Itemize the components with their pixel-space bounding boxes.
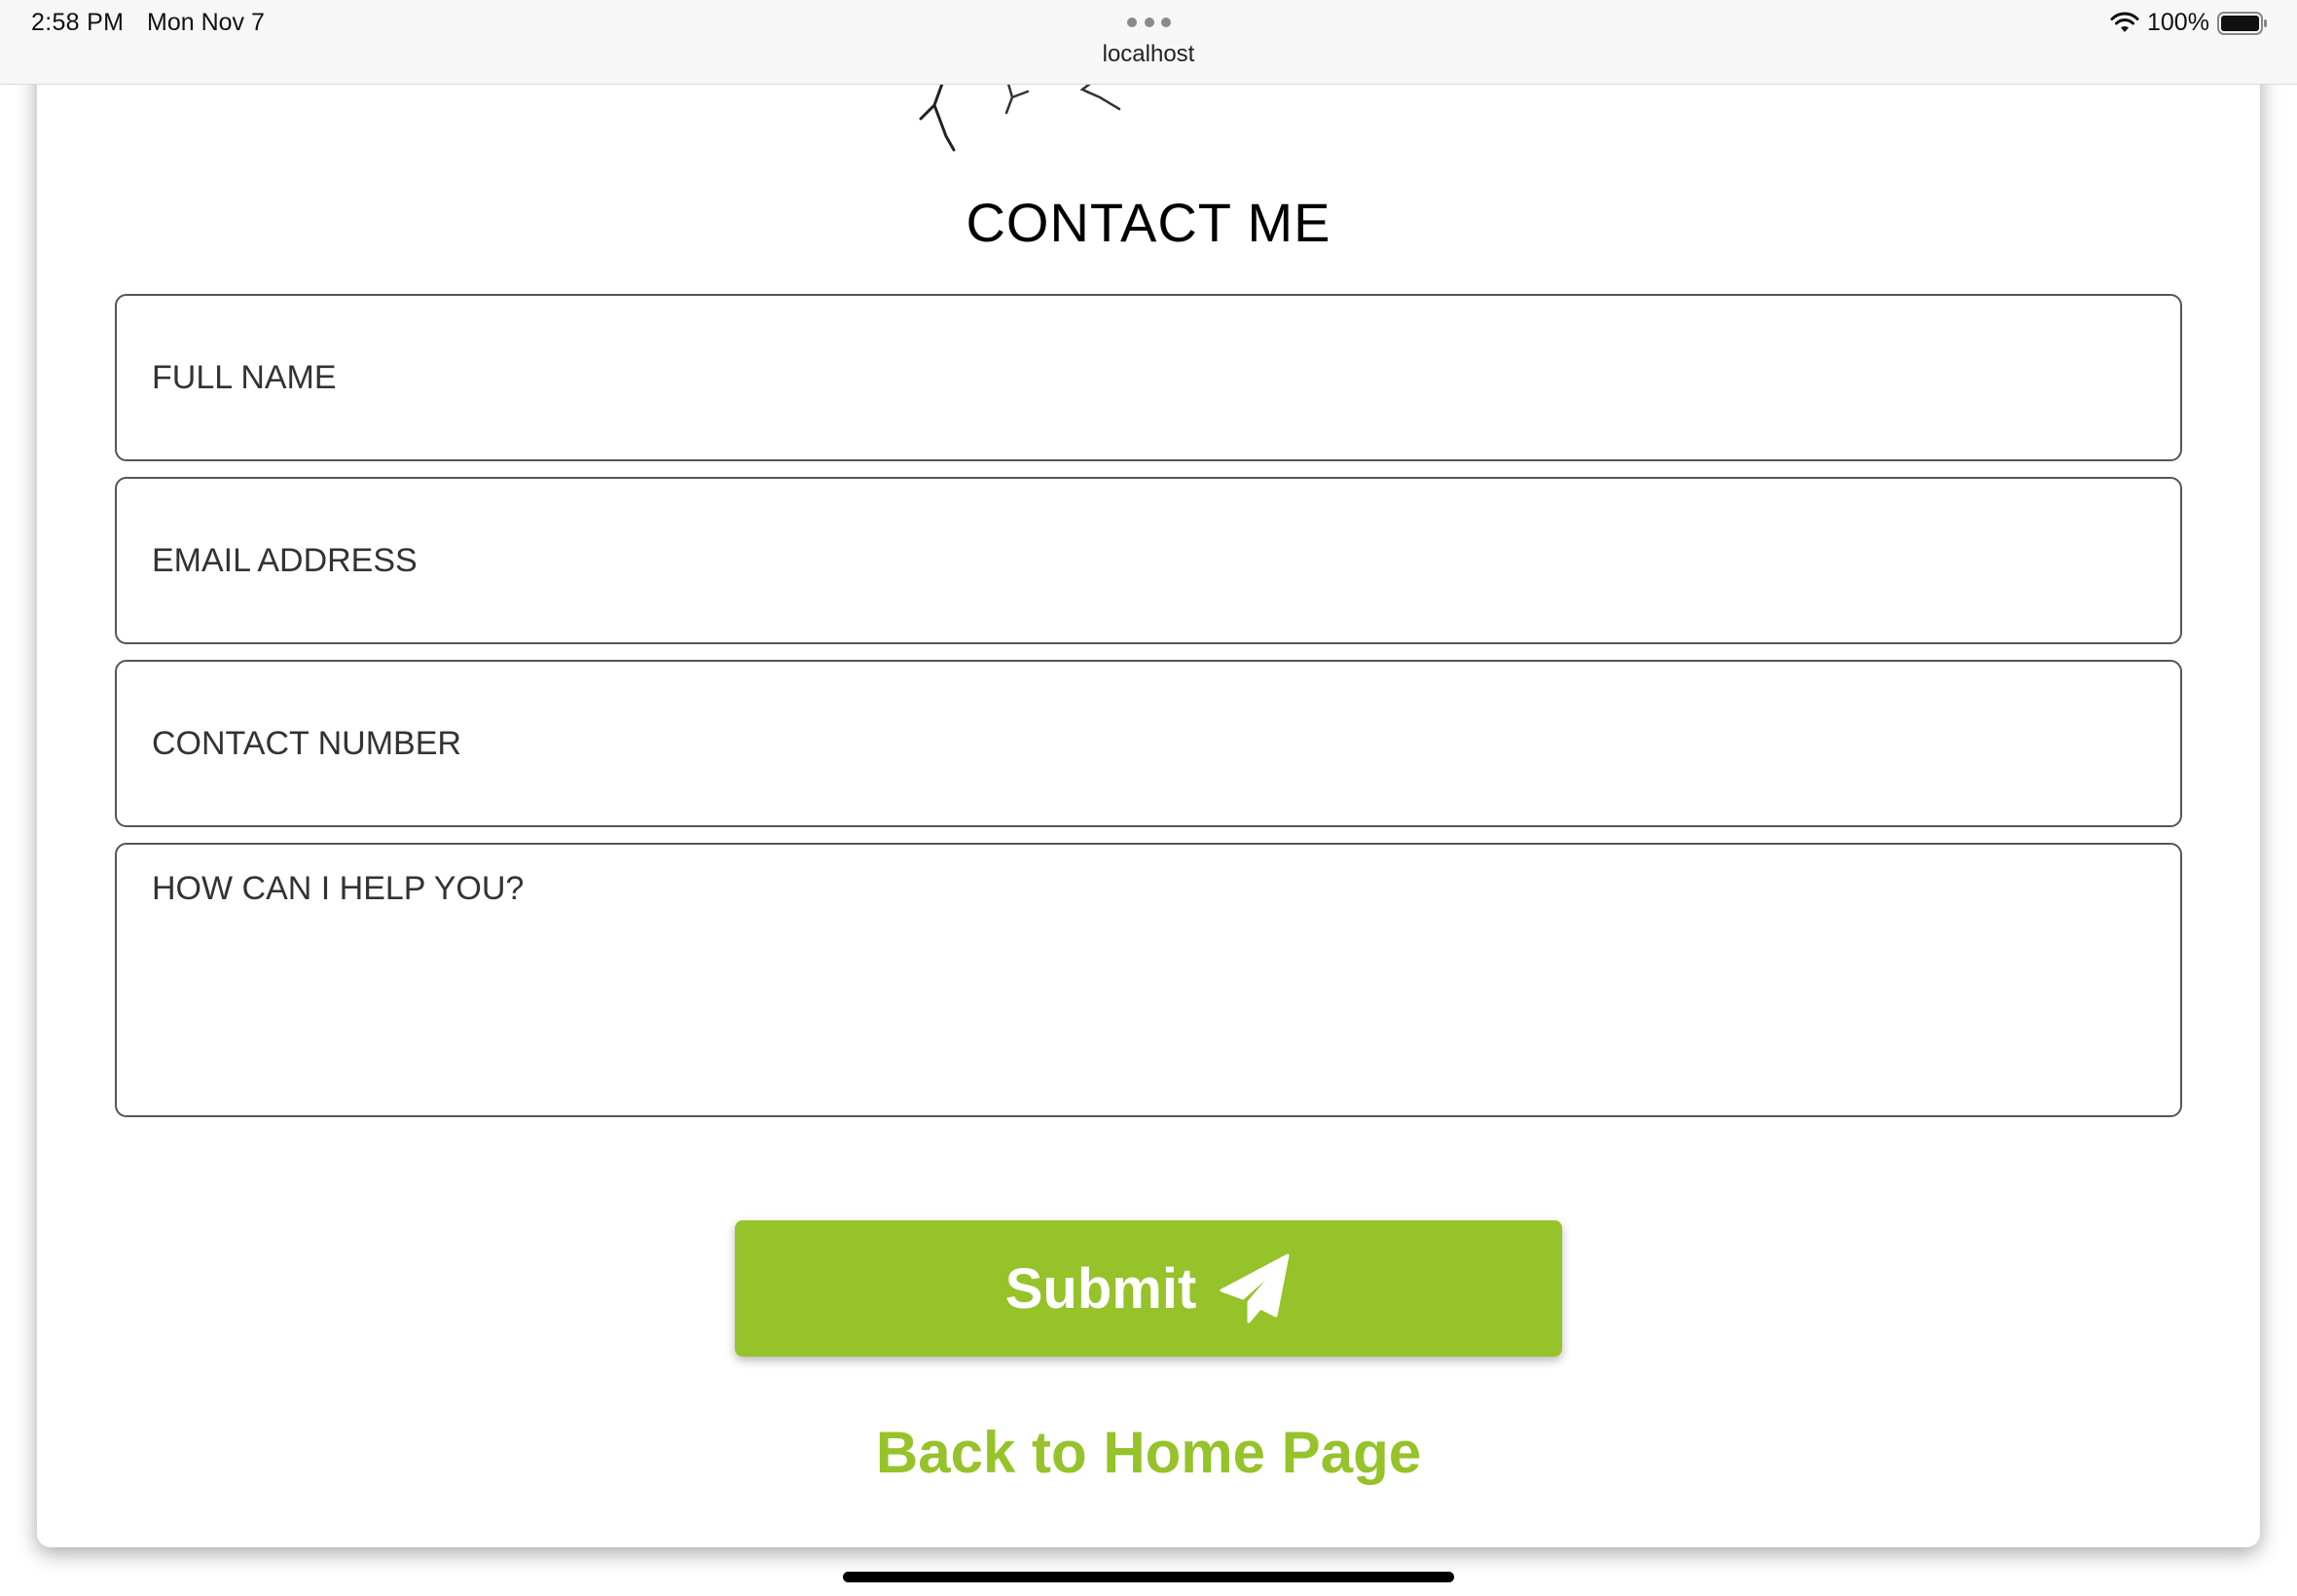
paper-plane-icon <box>1220 1253 1290 1324</box>
contact-number-input[interactable] <box>115 660 2182 827</box>
status-date: Mon Nov 7 <box>147 9 265 36</box>
submit-button-label: Submit <box>1004 1256 1197 1321</box>
page-title: CONTACT ME <box>966 192 1331 253</box>
multitasking-dots-icon[interactable] <box>1127 16 1171 29</box>
email-input[interactable] <box>115 477 2182 644</box>
battery-icon <box>2217 12 2267 35</box>
status-time: 2:58 PM <box>31 9 125 36</box>
status-bar: 2:58 PM Mon Nov 7 localhost 100% <box>0 0 2297 85</box>
back-to-home-link[interactable]: Back to Home Page <box>0 1419 2297 1486</box>
full-name-input[interactable] <box>115 294 2182 461</box>
message-textarea[interactable] <box>115 843 2182 1117</box>
address-bar[interactable]: localhost <box>0 41 2297 68</box>
submit-button[interactable]: Submit <box>735 1220 1562 1357</box>
hero-image-fragment <box>919 84 1121 152</box>
wifi-icon <box>2110 12 2139 32</box>
home-indicator[interactable] <box>843 1572 1454 1582</box>
battery-percentage: 100% <box>2147 9 2209 36</box>
